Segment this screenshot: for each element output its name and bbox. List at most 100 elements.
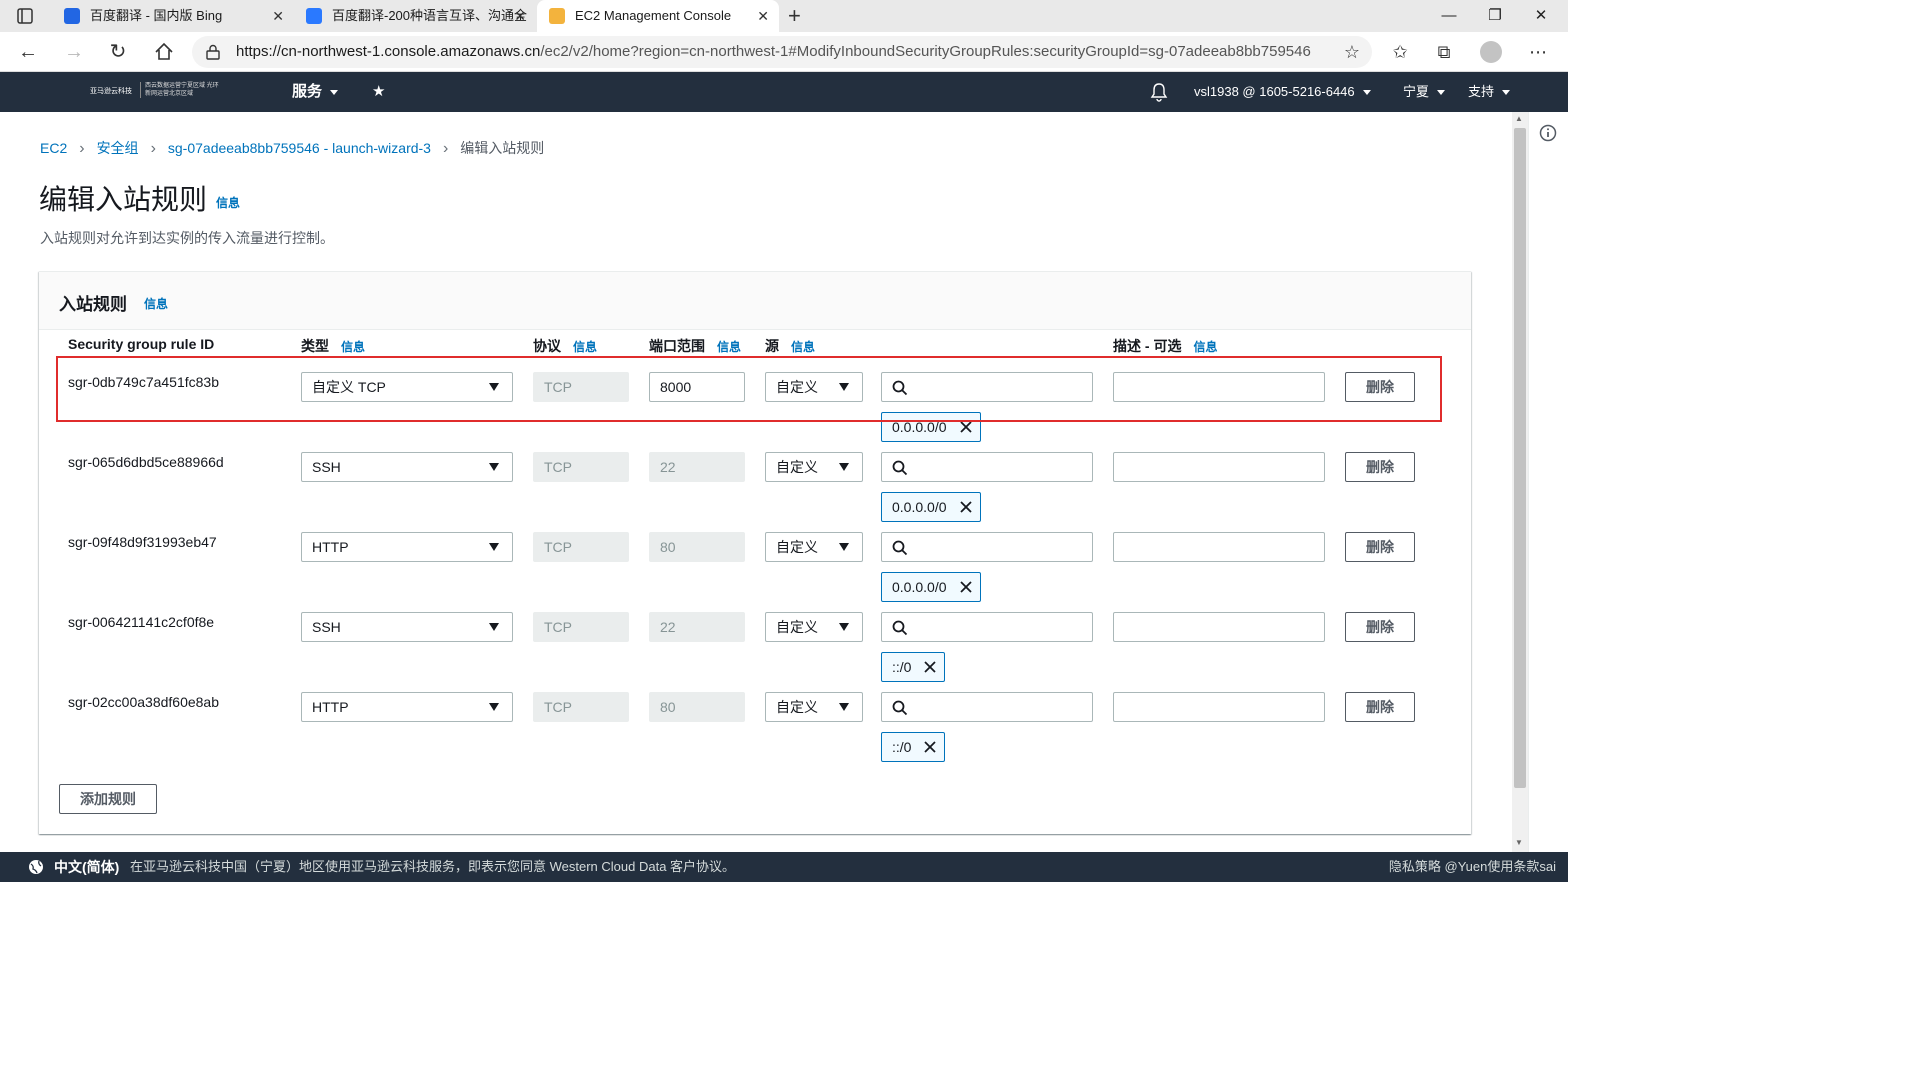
aws-footer: 中文(简体) 在亚马逊云科技中国（宁夏）地区使用亚马逊云科技服务，即表示您同意 …: [0, 852, 1568, 882]
refresh-icon[interactable]: ↻: [104, 38, 132, 66]
type-info-link[interactable]: 信息: [341, 340, 365, 354]
description-info-link[interactable]: 信息: [1193, 340, 1217, 354]
forward-icon[interactable]: →: [60, 38, 88, 66]
search-icon: [892, 540, 908, 556]
footer-links[interactable]: 隐私策略 @Yuen使用条款sai: [1389, 852, 1556, 882]
delete-rule-button[interactable]: 删除: [1345, 532, 1415, 562]
source-type-select[interactable]: 自定义: [765, 452, 863, 482]
inbound-rules-panel: 入站规则 信息 Security group rule ID 类型 信息 协议 信息…: [39, 271, 1471, 834]
close-window-icon[interactable]: ✕: [1518, 0, 1564, 32]
scroll-down-icon[interactable]: ▼: [1515, 838, 1523, 847]
restore-icon[interactable]: ❐: [1472, 0, 1518, 32]
delete-rule-button[interactable]: 删除: [1345, 612, 1415, 642]
rule-type-select[interactable]: SSH: [301, 612, 513, 642]
source-type-select[interactable]: 自定义: [765, 532, 863, 562]
source-search-input[interactable]: [881, 452, 1093, 482]
breadcrumb-security-groups[interactable]: 安全组: [97, 140, 139, 156]
profile-avatar[interactable]: [1480, 41, 1502, 63]
port-range-field: 80: [649, 692, 745, 722]
add-favorite-icon[interactable]: ☆: [1340, 40, 1364, 64]
rule-description-input[interactable]: [1113, 532, 1325, 562]
rule-type-select[interactable]: HTTP: [301, 692, 513, 722]
lock-icon[interactable]: [206, 44, 220, 60]
bell-icon[interactable]: [1150, 82, 1168, 102]
rule-description-input[interactable]: [1113, 692, 1325, 722]
breadcrumb-ec2[interactable]: EC2: [40, 140, 67, 156]
logo-text: 亚马逊云科技: [90, 88, 132, 95]
rule-id: sgr-065d6dbd5ce88966d: [68, 454, 224, 470]
delete-rule-button[interactable]: 删除: [1345, 692, 1415, 722]
remove-token-icon[interactable]: [923, 660, 937, 674]
tab-close-icon[interactable]: ✕: [272, 0, 284, 32]
pin-icon[interactable]: ★: [372, 72, 385, 112]
source-type-select[interactable]: 自定义: [765, 692, 863, 722]
add-rule-button[interactable]: 添加规则: [59, 784, 157, 814]
source-info-link[interactable]: 信息: [791, 340, 815, 354]
tab-close-icon[interactable]: ✕: [757, 0, 769, 32]
source-type-select[interactable]: 自定义: [765, 612, 863, 642]
dropdown-arrow-icon: [839, 703, 849, 711]
vertical-scrollbar[interactable]: ▲ ▼: [1512, 112, 1528, 852]
globe-icon: [29, 860, 43, 874]
right-utility-pane: [1528, 112, 1568, 852]
remove-token-icon[interactable]: [959, 580, 973, 594]
browser-tab-ec2[interactable]: EC2 Management Console ✕: [537, 0, 779, 32]
more-menu-icon[interactable]: ⋯: [1526, 40, 1550, 64]
source-cidr-token: ::/0: [881, 732, 945, 762]
support-menu[interactable]: 支持: [1468, 72, 1511, 112]
dropdown-arrow-icon: [489, 543, 499, 551]
remove-token-icon[interactable]: [959, 420, 973, 434]
rule-description-input[interactable]: [1113, 612, 1325, 642]
breadcrumb-security-group[interactable]: sg-07adeeab8bb759546 - launch-wizard-3: [168, 140, 431, 156]
url-field[interactable]: https://cn-northwest-1.console.amazonaws…: [192, 36, 1372, 68]
protocol-info-link[interactable]: 信息: [573, 340, 597, 354]
column-header-description: 描述 - 可选 信息: [1113, 338, 1218, 354]
language-selector[interactable]: 中文(简体): [54, 852, 119, 882]
page-info-link[interactable]: 信息: [216, 194, 240, 211]
collections-icon[interactable]: ⧉: [1432, 40, 1456, 64]
home-icon[interactable]: [150, 38, 178, 66]
bing-icon: [64, 8, 80, 24]
region-menu[interactable]: 宁夏: [1403, 72, 1446, 112]
aws-icon: [549, 8, 565, 24]
chevron-right-icon: ›: [79, 140, 85, 157]
new-tab-icon[interactable]: +: [788, 3, 801, 29]
source-search-input[interactable]: [881, 692, 1093, 722]
tab-actions-icon[interactable]: [10, 6, 40, 26]
scroll-up-icon[interactable]: ▲: [1515, 114, 1523, 123]
account-menu[interactable]: vsl1938 @ 1605-5216-6446: [1194, 72, 1371, 112]
source-cidr-token: ::/0: [881, 652, 945, 682]
main-content: EC2 › 安全组 › sg-07adeeab8bb759546 - launch-wi…: [0, 112, 1512, 852]
dropdown-arrow-icon: [839, 463, 849, 471]
tab-title: EC2 Management Console: [575, 8, 732, 23]
port-info-link[interactable]: 信息: [717, 340, 741, 354]
page-title: 编辑入站规则: [39, 184, 208, 215]
rule-type-select[interactable]: SSH: [301, 452, 513, 482]
dropdown-arrow-icon: [839, 543, 849, 551]
services-menu[interactable]: 服务: [292, 72, 339, 112]
rule-type-select[interactable]: HTTP: [301, 532, 513, 562]
dropdown-arrow-icon: [489, 623, 499, 631]
minimize-icon[interactable]: —: [1426, 0, 1472, 32]
column-header-rule-id: Security group rule ID: [68, 336, 215, 352]
source-search-input[interactable]: [881, 532, 1093, 562]
browser-tab-bing[interactable]: 百度翻译 - 国内版 Bing ✕: [52, 0, 294, 32]
aws-logo[interactable]: 亚马逊云科技 西云数据运营宁夏区域 光环新网运营北京区域: [90, 82, 219, 102]
remove-token-icon[interactable]: [959, 500, 973, 514]
delete-rule-button[interactable]: 删除: [1345, 452, 1415, 482]
back-icon[interactable]: ←: [14, 38, 42, 66]
source-cidr-token: 0.0.0.0/0: [881, 492, 981, 522]
remove-token-icon[interactable]: [923, 740, 937, 754]
scrollbar-thumb[interactable]: [1514, 128, 1526, 788]
chevron-down-icon: [1437, 90, 1446, 96]
address-bar: ← → ↻ https://cn-northwest-1.console.ama…: [0, 32, 1568, 72]
source-search-input[interactable]: [881, 612, 1093, 642]
browser-tab-baidu[interactable]: 百度翻译-200种语言互译、沟通全 ✕: [294, 0, 536, 32]
panel-info-link[interactable]: 信息: [144, 295, 168, 312]
rule-description-input[interactable]: [1113, 452, 1325, 482]
tab-close-icon[interactable]: ✕: [514, 0, 526, 32]
protocol-field: TCP: [533, 452, 629, 482]
info-circle-icon[interactable]: [1539, 124, 1557, 142]
breadcrumb: EC2 › 安全组 › sg-07adeeab8bb759546 - launch-wi…: [40, 138, 544, 158]
favorites-icon[interactable]: ✩: [1388, 40, 1412, 64]
